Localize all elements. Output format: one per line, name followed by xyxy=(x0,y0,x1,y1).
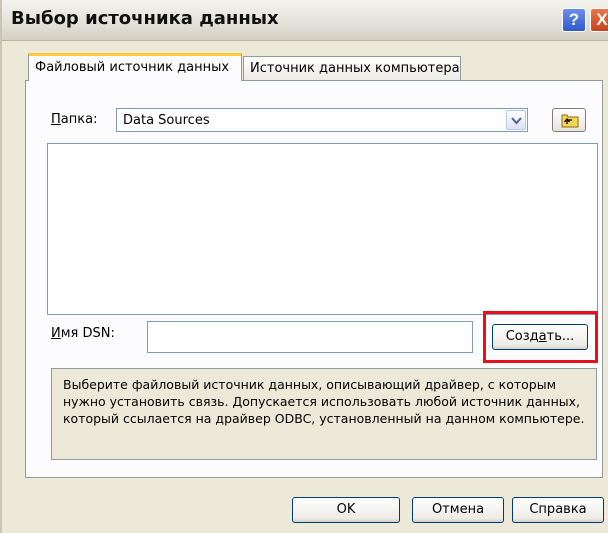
close-icon: X xyxy=(596,10,608,29)
tab-file-data-source[interactable]: Файловый источник данных xyxy=(28,53,242,81)
dsn-name-label: Имя DSN: xyxy=(51,326,115,341)
description-box: Выберите файловый источник данных, описы… xyxy=(51,368,597,460)
folder-up-icon xyxy=(561,114,579,128)
help-button[interactable]: Справка xyxy=(512,497,604,523)
chevron-down-icon[interactable] xyxy=(506,110,526,130)
data-source-list[interactable] xyxy=(47,143,598,315)
folder-label: Папка: xyxy=(51,112,98,127)
folder-value: Data Sources xyxy=(123,113,210,128)
tab-label: Файловый источник данных xyxy=(35,60,230,75)
close-button[interactable]: X xyxy=(590,8,608,32)
folder-up-button[interactable] xyxy=(552,108,586,132)
dsn-name-input[interactable] xyxy=(147,321,473,353)
dialog-window: Выбор источника данных ? X Файловый исто… xyxy=(0,0,608,533)
highlight-annotation xyxy=(483,311,598,363)
dialog-title: Выбор источника данных xyxy=(11,8,279,29)
tab-machine-data-source[interactable]: Источник данных компьютера xyxy=(243,56,461,80)
tab-label: Источник данных компьютера xyxy=(250,61,460,76)
description-text: Выберите файловый источник данных, описы… xyxy=(63,377,585,426)
cancel-button[interactable]: Отмена xyxy=(412,497,504,523)
folder-combobox[interactable]: Data Sources xyxy=(116,108,528,132)
help-titlebar-button[interactable]: ? xyxy=(562,8,586,32)
question-icon: ? xyxy=(568,10,580,29)
title-bar[interactable]: Выбор источника данных ? X xyxy=(2,0,608,41)
ok-button[interactable]: OK xyxy=(292,497,400,523)
